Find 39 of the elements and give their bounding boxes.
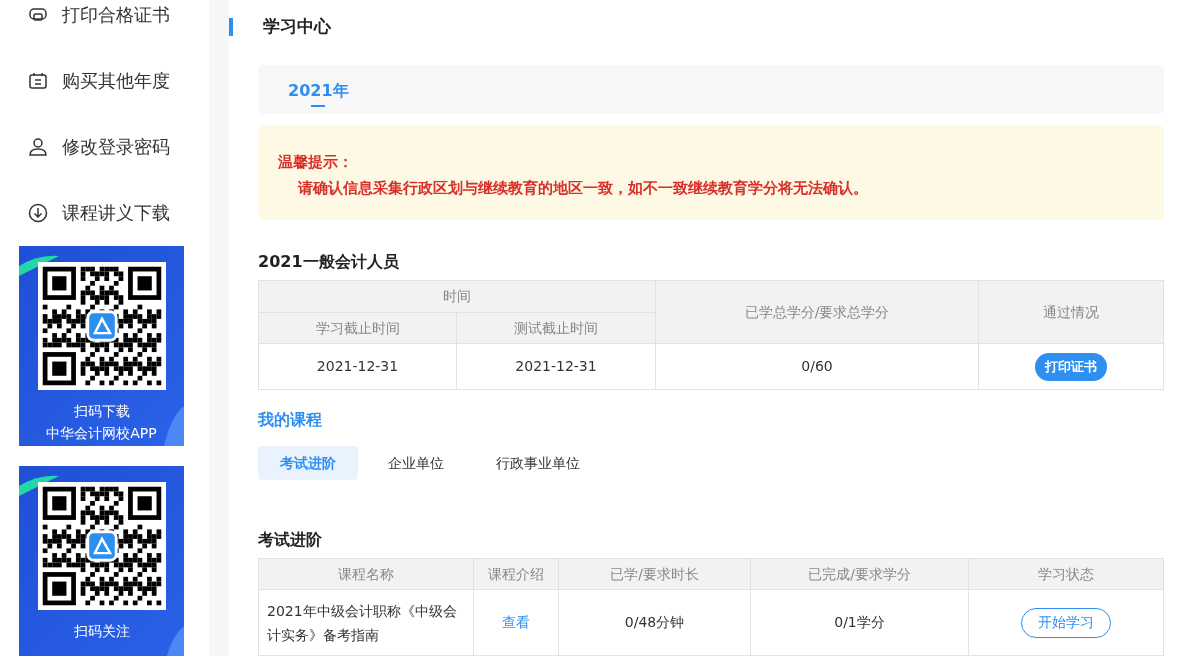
sidebar-item[interactable]: 修改登录密码 (0, 114, 209, 180)
table-header: 课程介绍 (473, 558, 559, 590)
wave-shape (164, 626, 184, 656)
course-tab[interactable]: 企业单位 (366, 446, 466, 480)
notice-title: 温馨提示： (278, 152, 354, 173)
table-header: 学习状态 (968, 558, 1164, 590)
promo-caption: 中华会计网校APP (46, 424, 157, 443)
sidebar-item[interactable]: 购买其他年度 (0, 48, 209, 114)
wave-shape (19, 475, 59, 496)
table-header: 通过情况 (978, 280, 1164, 344)
table-header: 时间 (258, 280, 656, 313)
sidebar-item[interactable]: 课程讲义下载 (0, 180, 209, 246)
table-cell: 2021年中级会计职称《中级会计实务》备考指南 (258, 589, 474, 656)
page-title: 学习中心 (263, 15, 331, 39)
wave-shape (164, 406, 184, 446)
download-icon (28, 203, 48, 223)
view-link[interactable]: 查看 (502, 614, 530, 630)
section-title: 2021一般会计人员 (258, 251, 400, 273)
table-cell: 0/48分钟 (558, 589, 751, 656)
section-title: 考试进阶 (258, 529, 323, 551)
course-tab[interactable]: 行政事业单位 (474, 446, 602, 480)
table-cell: 0/1学分 (750, 589, 969, 656)
calendar-icon (28, 71, 48, 91)
table-header: 课程名称 (258, 558, 474, 590)
table-header: 已学/要求时长 (558, 558, 751, 590)
wave-shape (19, 255, 59, 276)
table-header: 已完成/要求学分 (750, 558, 969, 590)
table-cell: 2021-12-31 (456, 343, 656, 390)
table-header: 已学总学分/要求总学分 (655, 280, 979, 344)
section-title: 我的课程 (258, 409, 323, 431)
notice-text: 请确认信息采集行政区划与继续教育的地区一致，如不一致继续教育学分将无法确认。 (296, 178, 869, 199)
table-cell: 0/60 (655, 343, 979, 390)
table-header: 学习截止时间 (258, 312, 457, 344)
promo-caption: 扫码下载 (73, 402, 130, 421)
sidebar-item[interactable]: 打印合格证书 (0, 0, 209, 48)
table-cell: 2021-12-31 (258, 343, 457, 390)
accent-bar (229, 18, 233, 36)
user-icon (28, 137, 48, 157)
promo-caption: 扫码关注 (73, 622, 130, 641)
